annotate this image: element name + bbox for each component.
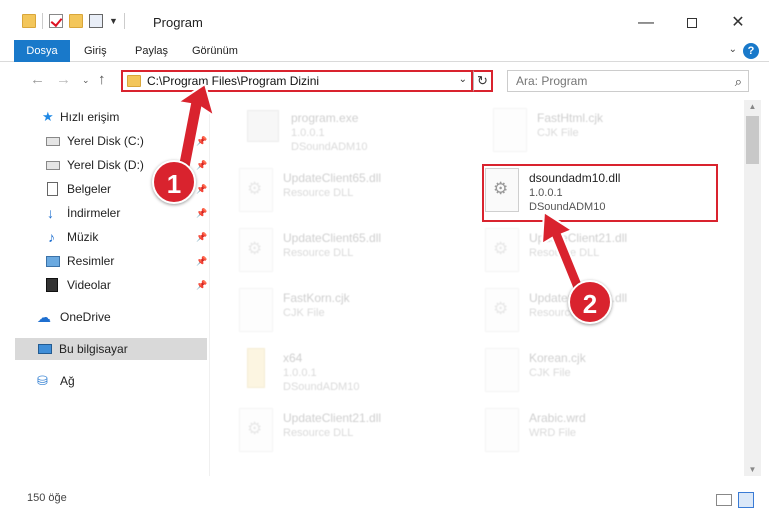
annotation-arrows <box>174 82 586 294</box>
arrow-2 <box>540 210 586 294</box>
step-2-badge: 2 <box>568 280 612 324</box>
step-1-badge: 1 <box>152 160 196 204</box>
